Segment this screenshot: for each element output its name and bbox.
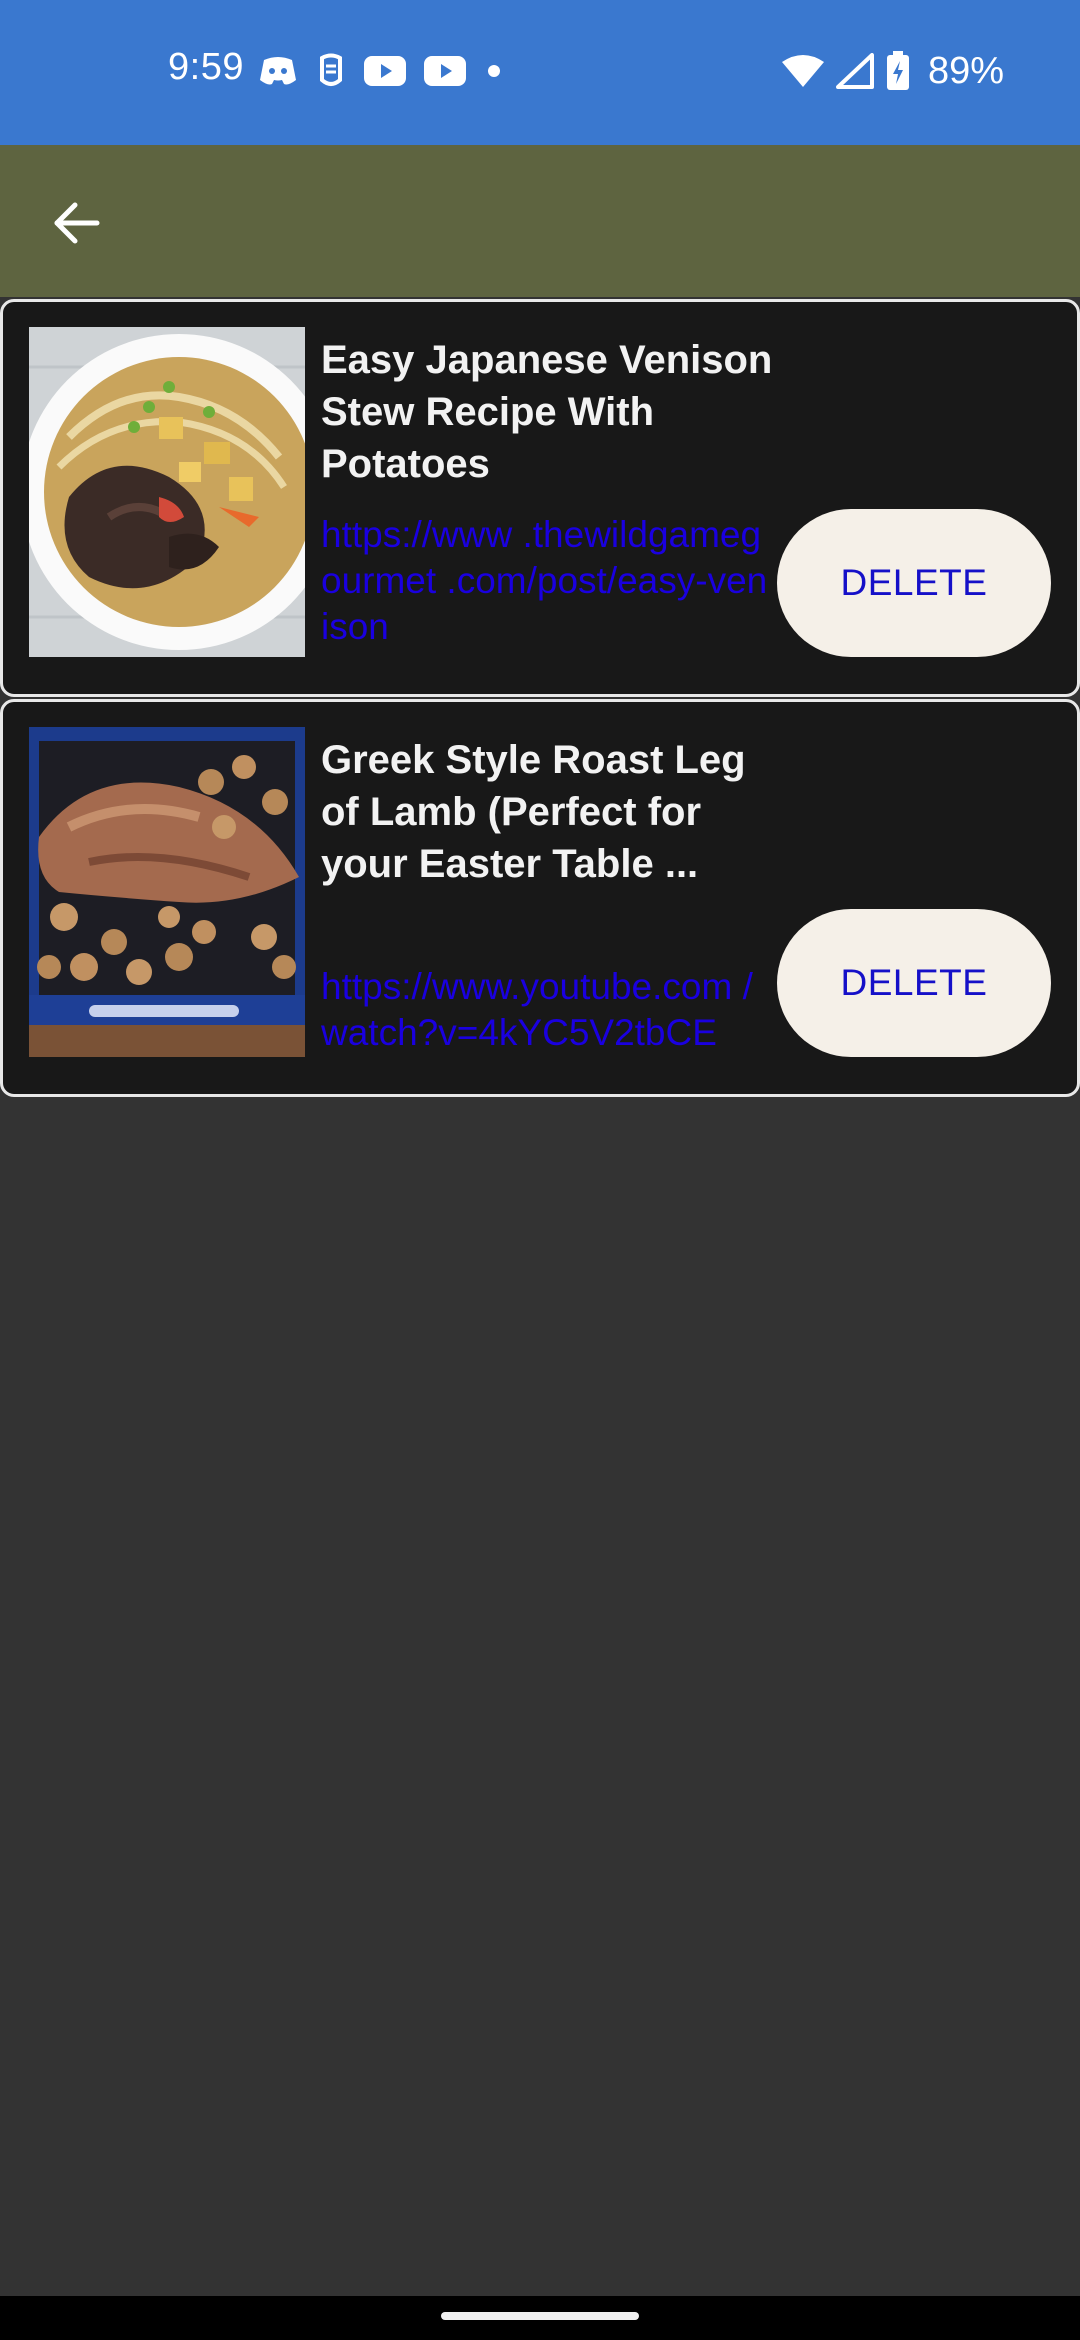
youtube-icon (424, 56, 466, 86)
battery-percent: 89% (927, 49, 1004, 92)
recipe-thumbnail (29, 327, 305, 657)
app-bar (0, 145, 1080, 297)
discord-icon (260, 57, 296, 85)
list-item[interactable]: Greek Style Roast Leg of Lamb (Perfect f… (0, 699, 1080, 1097)
delete-button[interactable]: DELETE (777, 909, 1051, 1057)
battery-charging-icon (886, 51, 909, 90)
notification-icons (258, 52, 504, 90)
signal-icon (835, 53, 874, 89)
recipe-title: Greek Style Roast Leg of Lamb (Perfect f… (321, 738, 746, 886)
venison-stew-image (29, 327, 305, 657)
back-button[interactable] (36, 183, 116, 263)
system-icons: 89% (781, 48, 1004, 94)
recipe-title: Easy Japanese Venison Stew Recipe With P… (321, 338, 773, 486)
list-item[interactable]: Easy Japanese Venison Stew Recipe With P… (0, 299, 1080, 697)
home-gesture-handle[interactable] (441, 2312, 639, 2320)
status-bar: 9:59 89% (0, 0, 1080, 145)
wifi-icon (781, 55, 824, 87)
status-time: 9:59 (168, 46, 244, 88)
recipe-list: Easy Japanese Venison Stew Recipe With P… (0, 299, 1080, 1099)
recipe-url-link[interactable]: https://www.youtube.com /watch?v=4kYC5V2… (321, 964, 771, 1056)
hand-icon (320, 53, 342, 86)
roast-lamb-image (29, 727, 305, 1057)
arrow-left-icon (54, 202, 100, 244)
recipe-thumbnail (29, 727, 305, 1057)
delete-button[interactable]: DELETE (777, 509, 1051, 657)
navigation-bar (0, 2296, 1080, 2340)
recipe-url-link[interactable]: https://www .thewildgamegourmet .com/pos… (321, 512, 771, 650)
dot-icon (488, 65, 500, 77)
youtube-icon (364, 56, 406, 86)
